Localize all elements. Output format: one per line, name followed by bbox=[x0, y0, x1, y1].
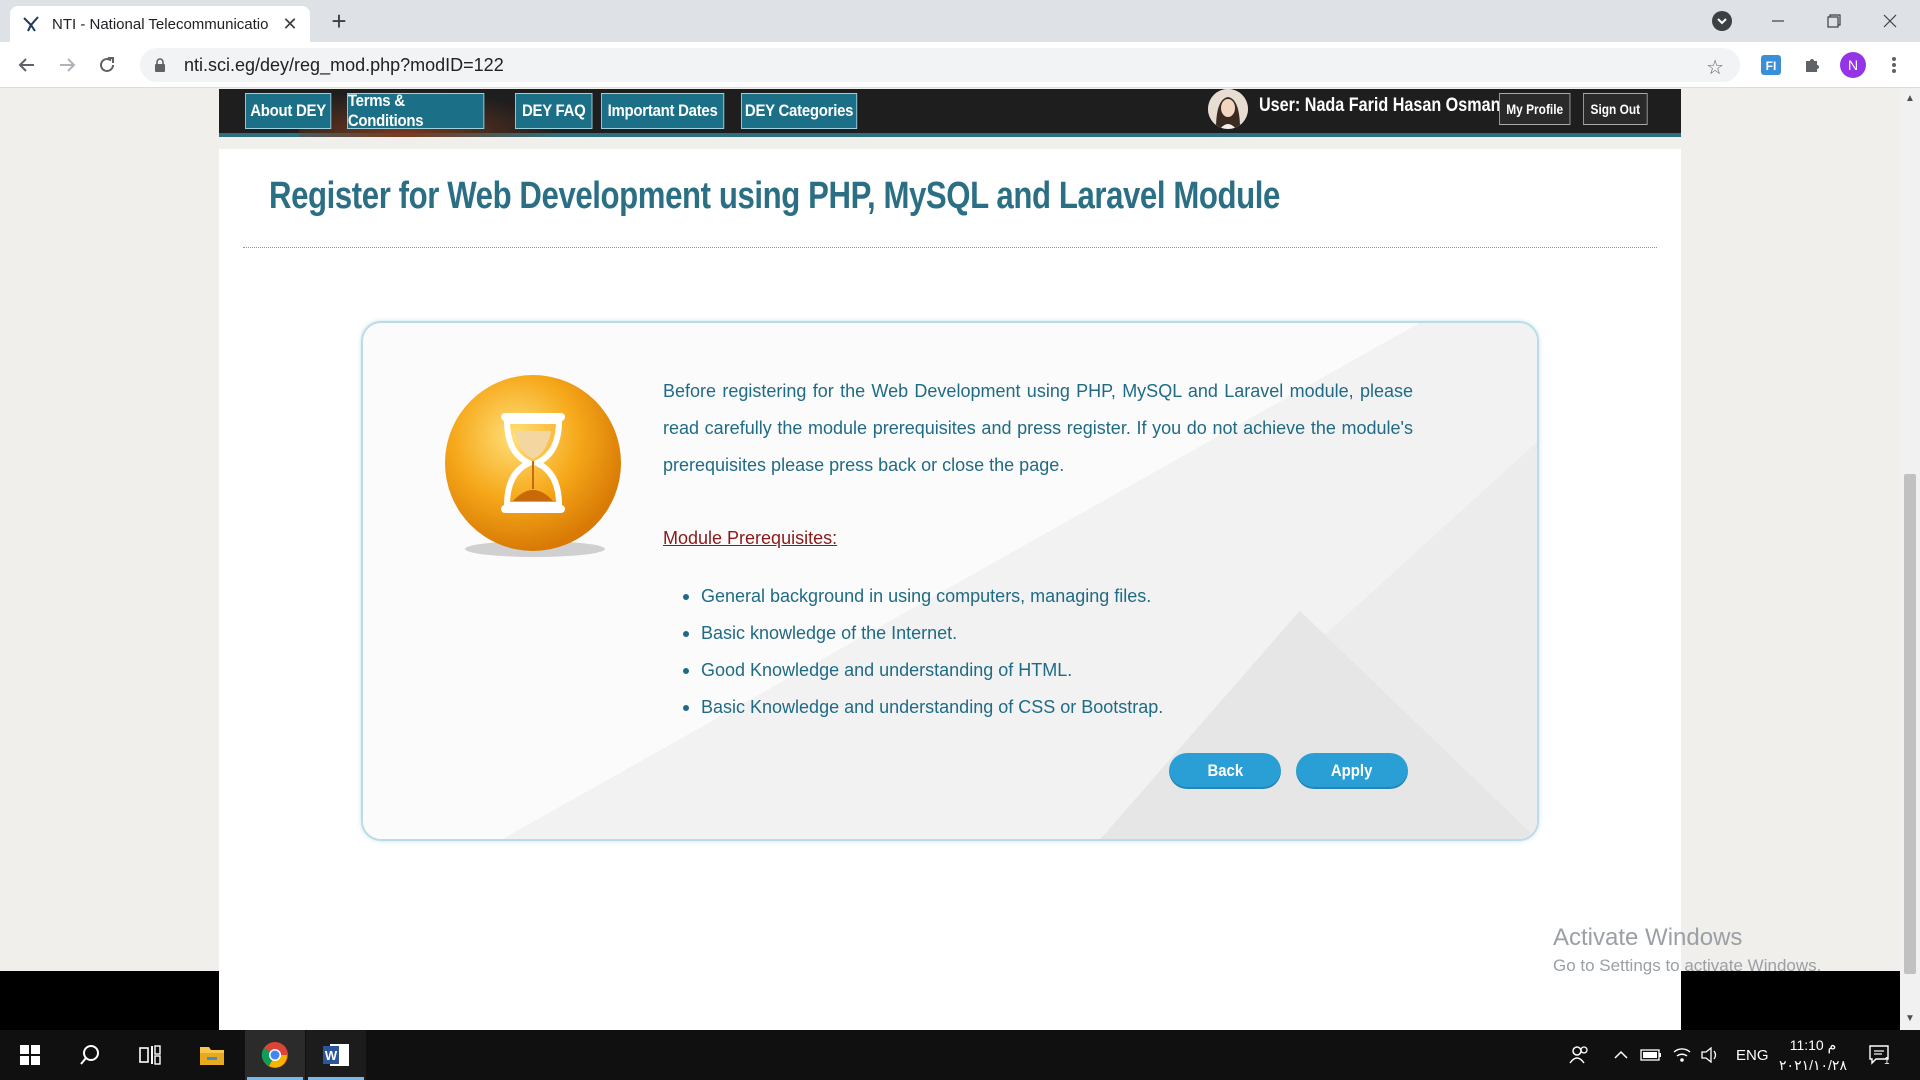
notifications-icon[interactable]: 1 bbox=[1868, 1030, 1890, 1080]
list-item: Basic knowledge of the Internet. bbox=[683, 615, 1163, 652]
bullet-icon bbox=[683, 631, 689, 637]
registration-card: Before registering for the Web Developme… bbox=[361, 321, 1539, 841]
browser-toolbar: nti.sci.eg/dey/reg_mod.php?modID=122 ☆ F… bbox=[0, 42, 1920, 88]
site-nav-bar: About DEY Terms & Conditions DEY FAQ Imp… bbox=[219, 89, 1681, 137]
title-divider bbox=[243, 247, 1657, 248]
back-button[interactable]: Back bbox=[1169, 753, 1281, 789]
clock-date: ٢٠٢١/١٠/٢٨ bbox=[1779, 1057, 1847, 1073]
svg-text:FI: FI bbox=[1766, 59, 1777, 73]
nav-about-dey[interactable]: About DEY bbox=[245, 93, 332, 129]
search-icon[interactable] bbox=[60, 1030, 120, 1080]
watermark-line1: Activate Windows bbox=[1553, 924, 1743, 951]
start-windows-icon[interactable] bbox=[0, 1030, 60, 1080]
page-scrollbar[interactable]: ▲ ▼ bbox=[1900, 89, 1920, 1030]
people-icon[interactable] bbox=[1568, 1030, 1590, 1080]
nav-important-dates[interactable]: Important Dates bbox=[601, 93, 725, 129]
user-name-label: User: Nada Farid Hasan Osman bbox=[1259, 95, 1501, 116]
tab-close-icon[interactable]: ✕ bbox=[280, 14, 300, 35]
extensions-puzzle-icon[interactable] bbox=[1800, 53, 1824, 77]
extension-fi-icon[interactable]: FI bbox=[1759, 53, 1783, 77]
scroll-down-icon[interactable]: ▼ bbox=[1900, 1013, 1920, 1024]
profile-avatar[interactable]: N bbox=[1840, 52, 1866, 78]
scrollbar-thumb[interactable] bbox=[1904, 474, 1916, 974]
prerequisite-text: Basic knowledge of the Internet. bbox=[701, 623, 958, 643]
user-avatar bbox=[1208, 89, 1248, 129]
my-profile-button[interactable]: My Profile bbox=[1499, 93, 1571, 125]
page-footer-left bbox=[0, 971, 219, 1030]
intro-text: Before registering for the Web Developme… bbox=[663, 381, 1413, 475]
prerequisites-heading: Module Prerequisites: bbox=[663, 528, 838, 548]
close-window-icon[interactable] bbox=[1862, 0, 1918, 42]
scroll-up-icon[interactable]: ▲ bbox=[1900, 93, 1920, 104]
forward-arrow-icon[interactable] bbox=[52, 50, 82, 80]
sign-out-button[interactable]: Sign Out bbox=[1583, 93, 1648, 125]
list-item: Basic Knowledge and understanding of CSS… bbox=[683, 689, 1164, 726]
url-text: nti.sci.eg/dey/reg_mod.php?modID=122 bbox=[184, 54, 504, 75]
nav-dey-categories[interactable]: DEY Categories bbox=[741, 93, 858, 129]
address-bar[interactable]: nti.sci.eg/dey/reg_mod.php?modID=122 ☆ bbox=[140, 48, 1740, 82]
reload-icon[interactable] bbox=[92, 50, 122, 80]
tab-search-icon[interactable] bbox=[1712, 11, 1732, 31]
watermark-line2: Go to Settings to activate Windows. bbox=[1553, 956, 1822, 975]
nav-terms-conditions[interactable]: Terms & Conditions bbox=[347, 91, 485, 130]
browser-tab[interactable]: NTI - National Telecommunicatio ✕ bbox=[10, 6, 310, 42]
prerequisite-text: Good Knowledge and understanding of HTML… bbox=[701, 660, 1073, 680]
page-viewport: About DEY Terms & Conditions DEY FAQ Imp… bbox=[0, 89, 1900, 1030]
word-icon[interactable]: W bbox=[306, 1030, 366, 1080]
browser-titlebar: NTI - National Telecommunicatio ✕ + bbox=[0, 0, 1920, 42]
minimize-icon[interactable] bbox=[1750, 0, 1806, 42]
nav-dey-faq[interactable]: DEY FAQ bbox=[515, 93, 593, 129]
prerequisite-text: Basic Knowledge and understanding of CSS… bbox=[701, 697, 1164, 717]
apply-button-label: Apply bbox=[1331, 761, 1373, 780]
main-content: Register for Web Development using PHP, … bbox=[219, 149, 1681, 1030]
wifi-icon[interactable] bbox=[1672, 1030, 1692, 1080]
bullet-icon bbox=[683, 668, 689, 674]
clock-time: 11:10 م bbox=[1789, 1037, 1837, 1053]
bookmark-star-icon[interactable]: ☆ bbox=[1706, 55, 1724, 80]
new-tab-button[interactable]: + bbox=[326, 8, 352, 34]
windows-taskbar: W ENG 11:10 م ٢٠٢١/١٠/٢٨ 1 bbox=[0, 1030, 1920, 1080]
language-indicator[interactable]: ENG bbox=[1736, 1030, 1769, 1080]
notification-count: 1 bbox=[1884, 1055, 1890, 1067]
chrome-icon[interactable] bbox=[245, 1030, 305, 1080]
battery-icon[interactable] bbox=[1640, 1030, 1662, 1080]
prerequisites-list: General background in using computers, m… bbox=[683, 578, 1164, 726]
task-view-icon[interactable] bbox=[120, 1030, 180, 1080]
svg-text:W: W bbox=[325, 1048, 338, 1063]
file-explorer-icon[interactable] bbox=[182, 1030, 242, 1080]
activate-windows-watermark: Activate Windows Go to Settings to activ… bbox=[1553, 924, 1821, 976]
tray-expand-icon[interactable] bbox=[1614, 1030, 1628, 1080]
lock-icon[interactable] bbox=[154, 58, 168, 72]
prerequisite-text: General background in using computers, m… bbox=[701, 586, 1152, 606]
back-arrow-icon[interactable] bbox=[12, 50, 42, 80]
list-item: General background in using computers, m… bbox=[683, 578, 1163, 615]
back-button-label: Back bbox=[1207, 761, 1243, 780]
list-item: Good Knowledge and understanding of HTML… bbox=[683, 652, 1163, 689]
restore-icon[interactable] bbox=[1806, 0, 1862, 42]
hourglass-icon bbox=[443, 373, 623, 563]
nti-favicon-icon bbox=[22, 15, 40, 33]
bullet-icon bbox=[683, 705, 689, 711]
page-footer-right bbox=[1681, 971, 1900, 1030]
clock[interactable]: 11:10 م ٢٠٢١/١٠/٢٨ bbox=[1778, 1035, 1848, 1075]
bullet-icon bbox=[683, 594, 689, 600]
menu-kebab-icon[interactable] bbox=[1882, 53, 1906, 77]
page-title: Register for Web Development using PHP, … bbox=[269, 175, 1280, 217]
tab-title: NTI - National Telecommunicatio bbox=[52, 15, 269, 33]
apply-button[interactable]: Apply bbox=[1296, 753, 1408, 789]
volume-icon[interactable] bbox=[1700, 1030, 1720, 1080]
